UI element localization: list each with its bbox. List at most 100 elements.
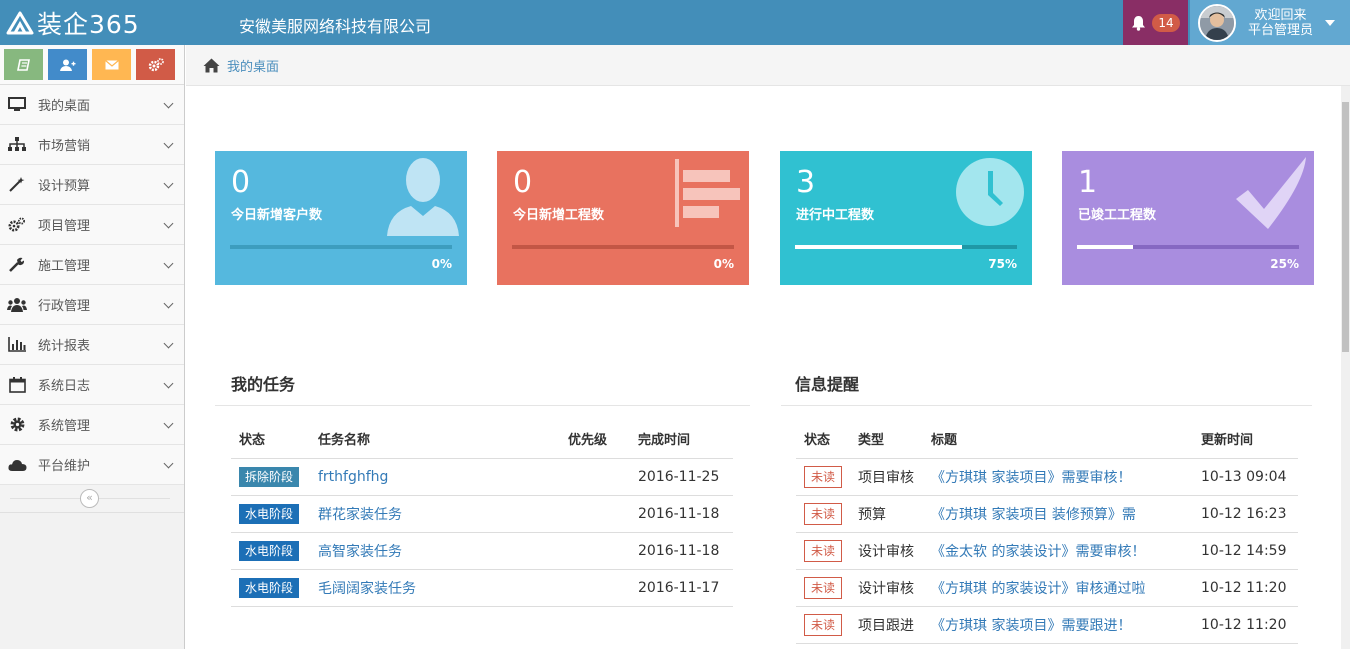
top-navbar: 装企365 安徽美服网络科技有限公司 14 欢迎回来 平台管理员 — [0, 0, 1350, 45]
stat-value: 1 — [1078, 165, 1098, 200]
notifications-button[interactable]: 14 — [1123, 0, 1188, 45]
chevron-down-icon — [163, 298, 174, 309]
stat-value: 0 — [231, 165, 251, 200]
clock-icon — [956, 158, 1024, 226]
stat-card-ongoing-projects[interactable]: 3 进行中工程数 75% — [780, 151, 1032, 285]
sidebar-item-design-budget[interactable]: 设计预算 — [0, 165, 184, 205]
time-cell: 10-12 16:23 — [1193, 495, 1298, 533]
priority-cell — [560, 569, 630, 607]
sidebar-item-system-management[interactable]: 系统管理 — [0, 405, 184, 445]
progress-bar — [795, 245, 1017, 249]
table-row[interactable]: 水电阶段 高智家装任务 2016-11-18 — [231, 532, 733, 570]
avatar — [1198, 3, 1236, 42]
welcome-text: 欢迎回来 — [1254, 7, 1307, 23]
unread-badge: 未读 — [804, 502, 843, 525]
date-cell: 2016-11-25 — [630, 458, 733, 496]
stat-percent: 75% — [988, 257, 1017, 271]
sidebar-item-administration[interactable]: 行政管理 — [0, 285, 184, 325]
chevron-down-icon — [163, 418, 174, 429]
divider — [781, 405, 1312, 406]
shortcut-book-button[interactable] — [4, 49, 43, 80]
gear-icon — [6, 416, 28, 433]
table-row[interactable]: 未读 设计审核 《金太软 的家装设计》需要审核！ 10-12 14:59 — [796, 532, 1298, 570]
unread-badge: 未读 — [804, 539, 843, 562]
envelope-icon — [104, 59, 119, 69]
date-cell: 2016-11-17 — [630, 569, 733, 607]
message-title-link[interactable]: 《方琪琪 家装项目》需要跟进！ — [931, 618, 1131, 634]
breadcrumb-home-link[interactable]: 我的桌面 — [227, 56, 279, 75]
column-header: 标题 — [923, 420, 1193, 459]
sidebar-item-project-management[interactable]: 项目管理 — [0, 205, 184, 245]
table-row[interactable]: 拆除阶段 frthfghfhg 2016-11-25 — [231, 458, 733, 496]
stat-card-new-projects[interactable]: 0 今日新增工程数 0% — [497, 151, 749, 285]
message-title-link[interactable]: 《金太软 的家装设计》需要审核！ — [931, 544, 1145, 560]
progress-bar — [1077, 245, 1299, 249]
user-role: 平台管理员 — [1248, 22, 1314, 38]
column-header: 状态 — [796, 420, 850, 459]
sidebar-item-label: 平台维护 — [38, 459, 91, 474]
company-name: 安徽美服网络科技有限公司 — [239, 17, 432, 36]
stat-label: 已竣工工程数 — [1078, 208, 1157, 223]
shortcut-mail-button[interactable] — [92, 49, 131, 80]
sidebar-item-marketing[interactable]: 市场营销 — [0, 125, 184, 165]
table-header-row: 状态 类型 标题 更新时间 — [796, 420, 1298, 459]
unread-badge: 未读 — [804, 613, 843, 636]
content-scrollbar[interactable] — [1341, 86, 1350, 649]
caret-down-icon — [1325, 19, 1336, 26]
table-row[interactable]: 未读 预算 《方琪琪 家装项目 装修预算》需 10-12 16:23 — [796, 495, 1298, 533]
align-left-icon — [675, 159, 740, 227]
shortcut-settings-button[interactable] — [136, 49, 175, 80]
messages-panel-title: 信息提醒 — [795, 375, 860, 394]
chevron-down-icon — [163, 338, 174, 349]
book-icon — [16, 58, 30, 71]
task-name-link[interactable]: 毛阔阔家装任务 — [318, 581, 416, 597]
table-row[interactable]: 水电阶段 毛阔阔家装任务 2016-11-17 — [231, 569, 733, 607]
table-row[interactable]: 未读 设计审核 《方琪琪 的家装设计》审核通过啦 10-12 11:20 — [796, 569, 1298, 607]
sidebar-item-system-log[interactable]: 系统日志 — [0, 365, 184, 405]
cloud-icon — [6, 458, 28, 471]
sidebar-item-label: 项目管理 — [38, 219, 91, 234]
user-menu[interactable]: 欢迎回来 平台管理员 — [1190, 0, 1350, 45]
stat-percent: 0% — [713, 257, 734, 271]
message-title-link[interactable]: 《方琪琪 家装项目 装修预算》需 — [931, 507, 1136, 523]
sidebar-item-statistics[interactable]: 统计报表 — [0, 325, 184, 365]
scrollbar-thumb[interactable] — [1342, 102, 1349, 352]
calendar-icon — [6, 376, 28, 393]
task-name-link[interactable]: 高智家装任务 — [318, 544, 402, 560]
sidebar-item-platform-maintenance[interactable]: 平台维护 — [0, 445, 184, 485]
chevron-down-icon — [163, 138, 174, 149]
sidebar-item-construction[interactable]: 施工管理 — [0, 245, 184, 285]
sidebar-item-label: 系统日志 — [38, 379, 91, 394]
table-row[interactable]: 水电阶段 群花家装任务 2016-11-18 — [231, 495, 733, 533]
table-row[interactable]: 未读 项目审核 《方琪琪 家装项目》需要审核！ 10-13 09:04 — [796, 458, 1298, 496]
date-cell: 2016-11-18 — [630, 532, 733, 570]
desktop-icon — [6, 97, 28, 112]
cogs-icon — [6, 217, 28, 232]
brand-name: 装企365 — [37, 10, 140, 39]
stat-percent: 0% — [431, 257, 452, 271]
message-title-link[interactable]: 《方琪琪 的家装设计》审核通过啦 — [931, 581, 1145, 597]
table-row[interactable]: 未读 项目跟进 《方琪琪 家装项目》需要跟进！ 10-12 11:20 — [796, 606, 1298, 644]
shortcut-add-user-button[interactable] — [48, 49, 87, 80]
progress-bar — [230, 245, 452, 249]
sidebar-collapse-bar: « — [0, 485, 184, 513]
column-header: 状态 — [231, 420, 310, 459]
sidebar-item-desktop[interactable]: 我的桌面 — [0, 85, 184, 125]
column-header: 优先级 — [560, 420, 630, 459]
users-icon — [6, 297, 28, 312]
stage-badge: 水电阶段 — [239, 540, 300, 561]
home-icon — [203, 58, 220, 73]
time-cell: 10-12 11:20 — [1193, 606, 1298, 644]
sidebar-collapse-button[interactable]: « — [80, 489, 99, 508]
sidebar-item-label: 系统管理 — [38, 419, 91, 434]
stat-card-new-customers[interactable]: 0 今日新增客户数 0% — [215, 151, 467, 285]
stat-card-completed-projects[interactable]: 1 已竣工工程数 25% — [1062, 151, 1314, 285]
brand-logo[interactable]: 装企365 — [6, 8, 140, 39]
task-name-link[interactable]: frthfghfhg — [318, 469, 388, 485]
task-name-link[interactable]: 群花家装任务 — [318, 507, 402, 523]
message-title-link[interactable]: 《方琪琪 家装项目》需要审核！ — [931, 470, 1131, 486]
notification-count-badge: 14 — [1152, 13, 1180, 32]
stat-label: 今日新增客户数 — [231, 208, 323, 223]
tasks-panel-title: 我的任务 — [231, 375, 296, 394]
chevron-down-icon — [163, 258, 174, 269]
